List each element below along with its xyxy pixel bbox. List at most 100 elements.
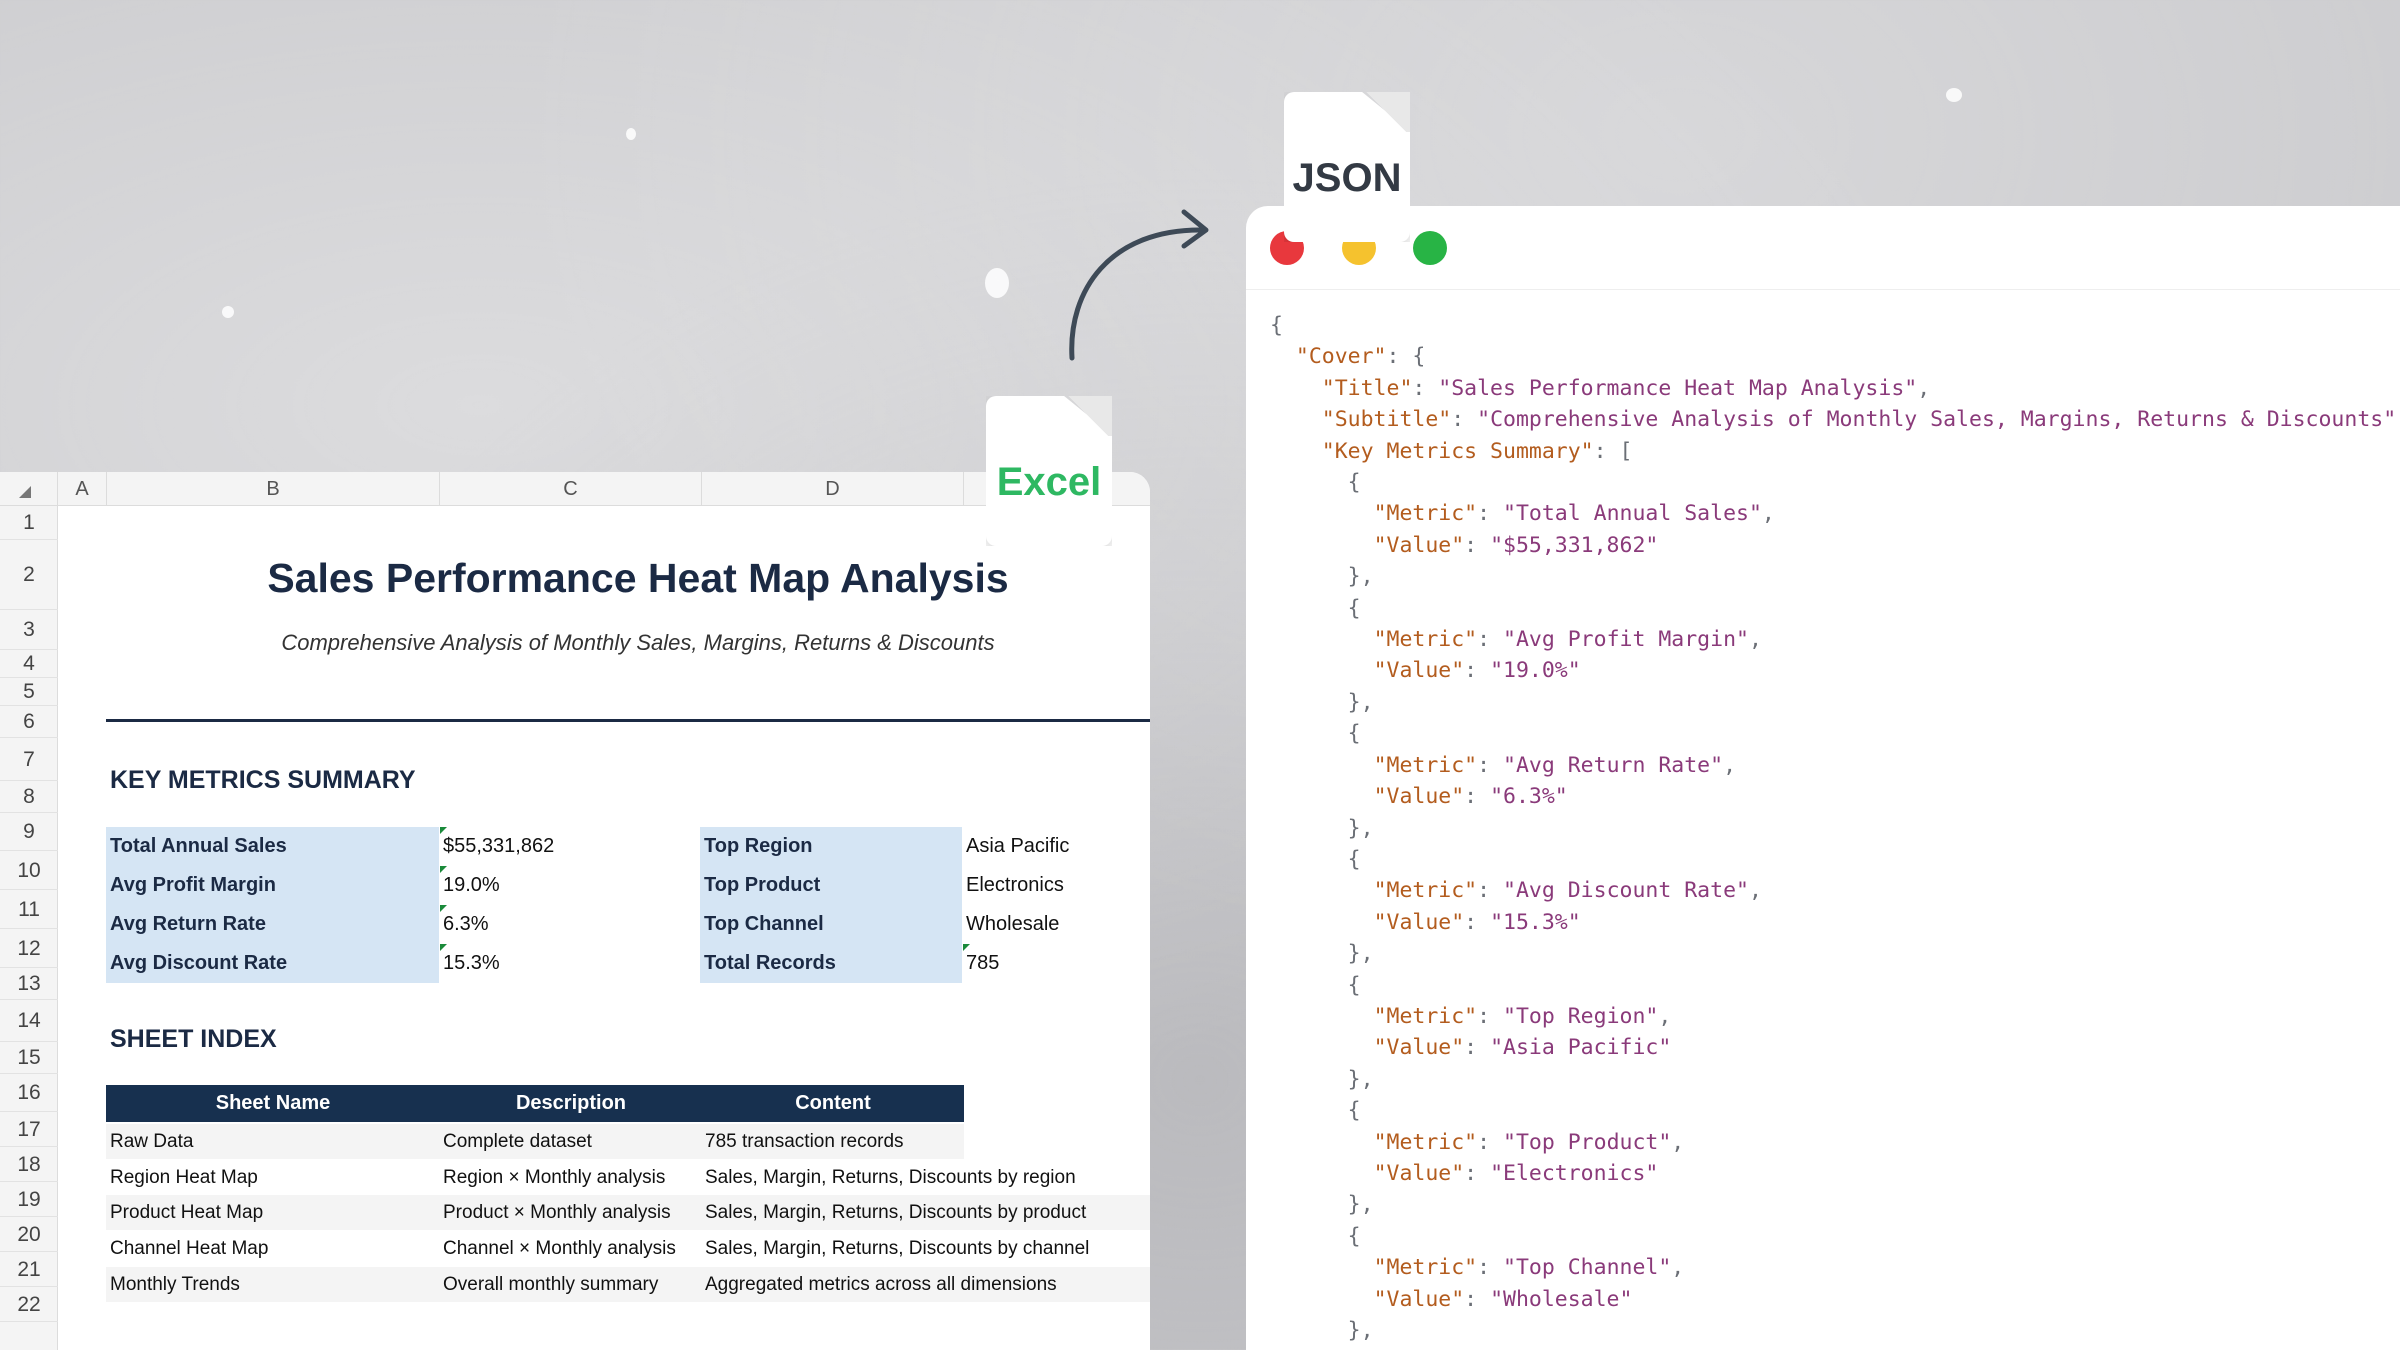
row-header[interactable]: 6 (0, 706, 58, 738)
json-string: "Avg Return Rate" (1503, 752, 1724, 778)
json-line: "Value": "Asia Pacific" (1373, 1035, 1672, 1061)
json-key: "Metric" (1373, 878, 1478, 904)
row-header[interactable]: 15 (0, 1042, 58, 1074)
metric-label-cell[interactable]: Top Product (700, 866, 962, 905)
row-header[interactable]: 21 (0, 1252, 58, 1287)
index-cell[interactable]: Product × Monthly analysis (443, 1195, 671, 1230)
row-header[interactable]: 2 (0, 540, 58, 610)
metric-label-cell[interactable]: Total Annual Sales (106, 827, 439, 866)
row-header[interactable]: 14 (0, 1000, 58, 1042)
json-string: "Total Annual Sales" (1503, 501, 1762, 527)
json-line: }, (1270, 1192, 1374, 1218)
metric-value-cell[interactable]: 6.3% (443, 905, 489, 944)
background-speck (222, 306, 234, 318)
json-line: "Value": "19.0%" (1373, 658, 1581, 684)
table-row: Raw Data Complete dataset 785 transactio… (106, 1124, 964, 1159)
row-header[interactable]: 22 (0, 1287, 58, 1322)
index-cell[interactable]: Raw Data (110, 1124, 193, 1159)
column-header-a[interactable]: A (58, 472, 107, 506)
metric-value-cell[interactable]: 19.0% (443, 866, 500, 905)
metric-label-cell[interactable]: Avg Profit Margin (106, 866, 439, 905)
row-header[interactable]: 17 (0, 1112, 58, 1147)
json-line: { (1270, 1098, 1361, 1124)
json-line: }, (1270, 564, 1374, 590)
index-cell[interactable]: Complete dataset (443, 1124, 592, 1159)
json-line: "Value": "15.3%" (1373, 909, 1581, 935)
json-line: "Value": "Electronics" (1373, 1160, 1659, 1186)
index-cell[interactable]: Sales, Margin, Returns, Discounts by pro… (705, 1195, 1086, 1230)
row-header[interactable]: 8 (0, 781, 58, 813)
metric-label-cell[interactable]: Top Region (700, 827, 962, 866)
row-header[interactable]: 4 (0, 650, 58, 678)
json-key: "Value" (1373, 1035, 1465, 1061)
index-cell[interactable]: Overall monthly summary (443, 1267, 658, 1302)
row-header[interactable]: 12 (0, 929, 58, 968)
row-header[interactable]: 11 (0, 890, 58, 929)
row-header[interactable]: 5 (0, 678, 58, 706)
row-header[interactable]: 16 (0, 1074, 58, 1112)
background-speck (626, 128, 636, 140)
metric-value-cell[interactable]: Asia Pacific (966, 827, 1069, 866)
index-cell[interactable]: Region Heat Map (110, 1160, 258, 1195)
index-cell[interactable]: Region × Monthly analysis (443, 1160, 665, 1195)
row-header[interactable]: 19 (0, 1182, 58, 1217)
excel-file-label: Excel (996, 460, 1102, 504)
json-key: "Value" (1373, 1286, 1465, 1312)
json-line: { (1270, 721, 1361, 747)
json-key: "Metric" (1373, 501, 1478, 527)
row-header[interactable]: 1 (0, 506, 58, 540)
metric-value-cell[interactable]: Electronics (966, 866, 1064, 905)
json-string: "Wholesale" (1490, 1286, 1633, 1312)
row-header[interactable]: 18 (0, 1147, 58, 1182)
background-speck (985, 268, 1009, 298)
index-header-cell[interactable]: Content (702, 1085, 964, 1122)
zoom-window-button[interactable] (1413, 231, 1447, 265)
json-key: "Metric" (1373, 752, 1478, 778)
row-header[interactable]: 7 (0, 738, 58, 781)
json-line: }, (1270, 815, 1374, 841)
metric-value-cell[interactable]: Wholesale (966, 905, 1059, 944)
cell-error-flag (440, 944, 447, 951)
json-line: "Cover": { (1295, 344, 1426, 370)
cell-error-flag (440, 866, 447, 873)
select-all-corner[interactable] (0, 472, 58, 506)
metric-label-cell[interactable]: Avg Discount Rate (106, 944, 439, 983)
json-file-label: JSON (1292, 156, 1402, 200)
row-header[interactable]: 10 (0, 851, 58, 890)
metric-value-cell[interactable]: $55,331,862 (443, 827, 554, 866)
json-line: { (1270, 595, 1361, 621)
row-header[interactable]: 3 (0, 610, 58, 650)
json-line: "Value": "$55,331,862" (1373, 532, 1659, 558)
json-key: "Value" (1373, 532, 1465, 558)
index-cell[interactable]: Product Heat Map (110, 1195, 263, 1230)
index-cell[interactable]: Aggregated metrics across all dimensions (705, 1267, 1057, 1302)
row-header[interactable]: 9 (0, 813, 58, 851)
json-line: "Metric": "Avg Return Rate", (1373, 752, 1737, 778)
index-cell[interactable]: Channel Heat Map (110, 1231, 268, 1266)
index-header-cell[interactable]: Description (440, 1085, 702, 1122)
metric-value-cell[interactable]: 785 (966, 944, 999, 983)
metric-label-cell[interactable]: Top Channel (700, 905, 962, 944)
json-line: { (1270, 1223, 1361, 1249)
excel-file-icon: Excel (986, 396, 1112, 546)
index-cell[interactable]: Sales, Margin, Returns, Discounts by reg… (705, 1160, 1076, 1195)
metric-label-cell[interactable]: Total Records (700, 944, 962, 983)
index-cell[interactable]: Sales, Margin, Returns, Discounts by cha… (705, 1231, 1089, 1266)
index-header-cell[interactable]: Sheet Name (106, 1085, 440, 1122)
row-header[interactable]: 13 (0, 968, 58, 1000)
index-cell[interactable]: Monthly Trends (110, 1267, 240, 1302)
column-header-d[interactable]: D (702, 472, 964, 506)
index-cell[interactable]: Channel × Monthly analysis (443, 1231, 676, 1266)
json-line: { (1270, 846, 1361, 872)
index-cell[interactable]: 785 transaction records (705, 1124, 904, 1159)
metric-value-cell[interactable]: 15.3% (443, 944, 500, 983)
json-line: "Subtitle": "Comprehensive Analysis of M… (1321, 407, 2400, 433)
column-header-c[interactable]: C (440, 472, 702, 506)
conversion-arrow-icon (1069, 209, 1209, 361)
metric-label-cell[interactable]: Avg Return Rate (106, 905, 439, 944)
row-header[interactable]: 20 (0, 1217, 58, 1252)
json-code-view[interactable]: { "Cover": { "Title": "Sales Performance… (1270, 310, 2400, 1346)
json-string: "Comprehensive Analysis of Monthly Sales… (1477, 407, 2397, 433)
json-line: }, (1270, 689, 1374, 715)
column-header-b[interactable]: B (107, 472, 440, 506)
